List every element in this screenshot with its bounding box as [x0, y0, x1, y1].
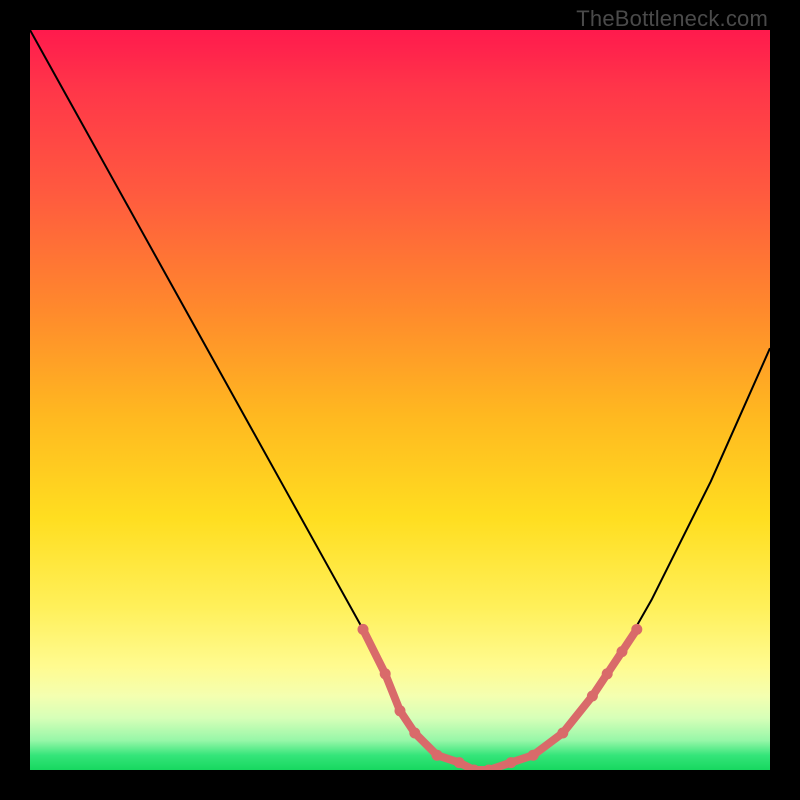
- watermark-text: TheBottleneck.com: [576, 6, 768, 32]
- chart-svg: [30, 30, 770, 770]
- marker-layer: [358, 624, 643, 770]
- plot-area: [30, 30, 770, 770]
- marker-capsule: [563, 696, 593, 733]
- marker-capsule: [385, 674, 400, 711]
- marker-capsule: [363, 629, 385, 673]
- marker-capsule: [533, 733, 563, 755]
- marker-dot: [631, 624, 642, 635]
- bottleneck-curve: [30, 30, 770, 770]
- chart-frame: TheBottleneck.com: [0, 0, 800, 800]
